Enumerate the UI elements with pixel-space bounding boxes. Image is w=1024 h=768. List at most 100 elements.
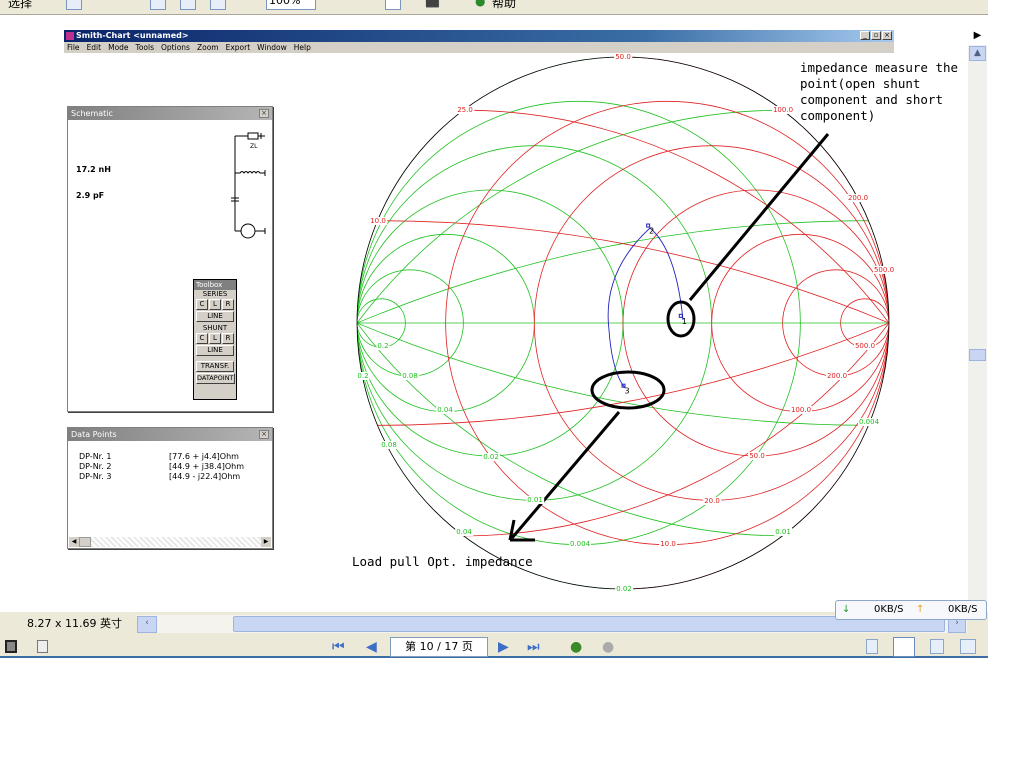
chart-grid-label: 0.2: [376, 342, 390, 350]
upload-speed: 0KB/S: [948, 604, 978, 615]
list-item: [77.6 + j4.4]Ohm: [169, 452, 239, 461]
network-speed-widget: ↓ 0KB/S ↑ 0KB/S: [835, 600, 987, 620]
page-number-input[interactable]: 第 10 / 17 页: [390, 637, 488, 657]
chart-grid-label: 0.004: [857, 418, 881, 426]
chart-grid-label: 0.01: [774, 528, 792, 536]
list-item: [44.9 - j22.4]Ohm: [169, 472, 241, 481]
forward-button[interactable]: ●: [602, 639, 614, 655]
chart-grid-label: 500.0: [853, 342, 877, 350]
panel-toggle-arrow[interactable]: ▶: [968, 27, 987, 44]
chart-grid-label: 0.08: [401, 372, 419, 380]
shunt-line-button[interactable]: LINE: [196, 345, 234, 356]
chart-grid-label: 10.0: [369, 217, 387, 225]
list-item: DP-Nr. 3: [79, 472, 112, 481]
chart-grid-label: 200.0: [825, 372, 849, 380]
datapoint-button[interactable]: DATAPOINT: [196, 373, 235, 384]
toolbox-panel: Toolbox SERIES CLR LINE SHUNT CLR LINE T…: [193, 279, 237, 400]
scroll-right-arrow[interactable]: ▶: [261, 537, 271, 547]
reactance-arc: [782, 322, 889, 537]
load-resistor-icon: [247, 132, 259, 140]
data-points-hscrollbar[interactable]: ◀ ▶: [69, 537, 271, 547]
chart-grid-label: 0.02: [482, 453, 500, 461]
list-item: [44.9 + j38.4]Ohm: [169, 462, 245, 471]
chart-grid-label: 0.04: [436, 406, 454, 414]
page-size: 8.27 x 11.69 英寸: [27, 617, 122, 630]
chart-grid-label: 0.08: [380, 441, 398, 449]
data-point-label: 2: [649, 227, 654, 236]
transf-button[interactable]: TRANSF.: [196, 361, 234, 372]
capacitor-value: 2.9 pF: [76, 191, 105, 200]
schematic-title: Schematic: [68, 107, 272, 120]
data-point-label: 3: [624, 387, 629, 396]
continuous-view-icon[interactable]: [893, 637, 915, 657]
chart-grid-label: 200.0: [846, 194, 870, 202]
annotation-arrow-bottom: [508, 411, 621, 542]
document-view-icon[interactable]: [37, 640, 48, 653]
toolbox-title: Toolbox: [194, 280, 236, 290]
data-point-values: [77.6 + j4.4]Ohm [44.9 + j38.4]Ohm [44.9…: [169, 452, 244, 482]
reactance-arc: [857, 197, 889, 324]
navigation-bar: ⏮ ◀ ▶ ⏭ ● ●: [0, 636, 988, 658]
download-speed: 0KB/S: [874, 604, 904, 615]
next-page-button[interactable]: ▶: [498, 639, 509, 655]
susceptance-arc: [357, 109, 464, 324]
series-l-button[interactable]: L: [209, 299, 221, 310]
data-points-panel: Data Points × DP-Nr. 1 DP-Nr. 2 DP-Nr. 3…: [67, 427, 273, 549]
chart-grid-label: 10.0: [659, 540, 677, 548]
series-group-label: SERIES: [202, 290, 228, 298]
inductor-value: 17.2 nH: [76, 165, 111, 174]
schematic-panel: Schematic × 17.2 nH 2.9 pF ZL Toolbox SE…: [67, 106, 273, 412]
scroll-thumb[interactable]: [79, 537, 91, 547]
series-line-button[interactable]: LINE: [196, 311, 234, 322]
vertical-scroll-thumb[interactable]: [969, 349, 986, 361]
chart-grid-label: 0.04: [455, 528, 473, 536]
chart-grid-label: 500.0: [872, 266, 896, 274]
chart-grid-label: 0.01: [526, 496, 544, 504]
scroll-left-arrow[interactable]: ◀: [69, 537, 79, 547]
back-button[interactable]: ●: [570, 639, 582, 655]
upload-arrow-icon: ↑: [916, 604, 925, 615]
series-c-button[interactable]: C: [196, 299, 208, 310]
chart-grid-label: 0.2: [356, 372, 370, 380]
source-icon: [240, 223, 256, 239]
data-points-title: Data Points: [68, 428, 272, 441]
schematic-close-button[interactable]: ×: [259, 109, 269, 118]
scroll-up-arrow[interactable]: ▲: [969, 46, 986, 61]
first-page-button[interactable]: ⏮: [332, 639, 345, 655]
chart-grid-label: 0.004: [568, 540, 592, 548]
susceptance-arc: [357, 322, 464, 537]
data-point-label: 1: [682, 317, 687, 326]
shunt-c-button[interactable]: C: [196, 333, 208, 344]
list-item: DP-Nr. 1: [79, 452, 112, 461]
grid-view-icon[interactable]: [930, 639, 944, 654]
chart-grid-label: 100.0: [771, 106, 795, 114]
chart-grid-label: 0.02: [615, 585, 633, 593]
inductor-icon: [235, 170, 266, 176]
list-item: DP-Nr. 2: [79, 462, 112, 471]
schematic-diagram: ZL: [231, 132, 266, 239]
vertical-scrollbar[interactable]: ▲: [968, 45, 987, 605]
annotation-bottom: Load pull Opt. impedance: [352, 554, 533, 569]
data-points-close-button[interactable]: ×: [259, 430, 269, 439]
single-page-view-icon[interactable]: [866, 639, 878, 654]
annotation-arrow-top: [688, 133, 830, 301]
shunt-r-button[interactable]: R: [222, 333, 234, 344]
chart-grid-label: 50.0: [614, 53, 632, 61]
annotation-top: impedance measure the point(open shunt c…: [800, 60, 959, 123]
data-point-names: DP-Nr. 1 DP-Nr. 2 DP-Nr. 3: [79, 452, 111, 482]
previous-page-button[interactable]: ◀: [366, 639, 377, 655]
series-r-button[interactable]: R: [222, 299, 234, 310]
scroll-left-button[interactable]: ‹: [137, 616, 157, 633]
shunt-group-label: SHUNT: [202, 324, 228, 332]
chart-grid-label: 20.0: [703, 497, 721, 505]
last-page-button[interactable]: ⏭: [527, 639, 540, 655]
chart-grid-label: 100.0: [789, 406, 813, 414]
shunt-l-button[interactable]: L: [209, 333, 221, 344]
chart-grid-label: 25.0: [456, 106, 474, 114]
facing-view-icon[interactable]: [960, 639, 976, 654]
load-label: ZL: [250, 143, 258, 150]
download-arrow-icon: ↓: [842, 604, 851, 615]
reactance-arc: [782, 109, 889, 324]
chart-grid-label: 50.0: [748, 452, 766, 460]
monitor-icon[interactable]: [5, 640, 17, 653]
